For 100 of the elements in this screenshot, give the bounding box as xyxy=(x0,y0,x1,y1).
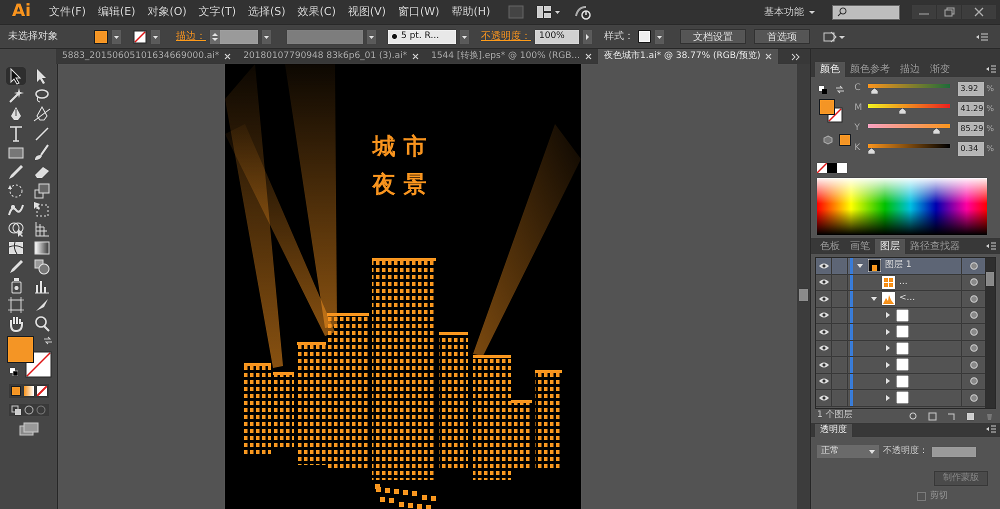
fill-color-swatch[interactable] xyxy=(819,99,835,115)
clip-checkbox[interactable] xyxy=(917,492,926,501)
panel-tab[interactable]: 路径查找器 xyxy=(905,239,965,254)
caret-icon[interactable] xyxy=(808,8,816,16)
new-layer-icon[interactable] xyxy=(966,412,975,420)
opacity-field[interactable]: 100% xyxy=(535,30,579,44)
expanded-caret-icon[interactable] xyxy=(857,262,863,269)
eye-icon[interactable] xyxy=(818,378,828,384)
menu-item[interactable]: 编辑(E) xyxy=(92,4,142,20)
eye-icon[interactable] xyxy=(818,279,828,286)
minimize-icon[interactable] xyxy=(912,5,936,19)
collapsed-caret-icon[interactable] xyxy=(885,378,891,384)
sync-icon[interactable] xyxy=(574,4,592,20)
panel-tab[interactable]: 色板 xyxy=(815,239,845,254)
scrollbar-thumb[interactable] xyxy=(799,289,808,301)
scale-icon[interactable] xyxy=(32,181,52,199)
layer-row[interactable] xyxy=(816,340,985,357)
fill-swatch[interactable] xyxy=(94,30,108,44)
expanded-caret-icon[interactable] xyxy=(871,296,877,302)
panel-tab[interactable]: 颜色 xyxy=(815,62,845,77)
gradient-mode-button[interactable] xyxy=(24,386,34,396)
blend-icon[interactable] xyxy=(32,257,52,275)
screen-mode-icon[interactable] xyxy=(18,422,38,436)
layer-row[interactable]: ... xyxy=(816,274,985,291)
menu-item[interactable]: 帮助(H) xyxy=(445,4,496,20)
eye-icon[interactable] xyxy=(818,345,828,352)
variable-width-field[interactable] xyxy=(287,30,363,44)
document-tab[interactable]: 夜色城市1.ai* @ 38.77% (RGB/预览) xyxy=(598,49,778,64)
new-sublayer-icon[interactable] xyxy=(947,412,956,420)
menu-item[interactable]: 选择(S) xyxy=(242,4,292,20)
swap-icon[interactable] xyxy=(42,336,52,345)
layers-scrollbar[interactable] xyxy=(985,258,995,408)
brush-field[interactable]: 5 pt. R... xyxy=(388,30,456,44)
collapsed-caret-icon[interactable] xyxy=(885,312,891,318)
close-icon[interactable] xyxy=(585,53,592,60)
panel-tab[interactable]: 颜色参考 xyxy=(845,62,895,77)
swap-icon[interactable] xyxy=(835,85,845,94)
last-color-swatch[interactable] xyxy=(839,134,851,146)
panel-menu-icon[interactable] xyxy=(986,65,996,73)
collapsed-caret-icon[interactable] xyxy=(885,394,891,401)
menu-item[interactable]: 窗口(W) xyxy=(392,4,446,20)
vertical-scrollbar[interactable] xyxy=(797,64,810,509)
close-icon[interactable] xyxy=(962,5,996,19)
default-colors-icon[interactable] xyxy=(819,86,827,94)
eye-icon[interactable] xyxy=(818,394,828,401)
workspace-switcher[interactable]: 基本功能 xyxy=(764,4,804,20)
collapsed-caret-icon[interactable] xyxy=(885,362,891,368)
panel-menu-icon[interactable] xyxy=(976,32,988,42)
value-field[interactable]: 0.34 xyxy=(958,142,984,156)
close-icon[interactable] xyxy=(224,53,232,60)
close-icon[interactable] xyxy=(412,53,420,60)
layer-row[interactable] xyxy=(816,390,985,406)
layer-row[interactable] xyxy=(816,357,985,374)
value-field[interactable]: 85.29 xyxy=(958,122,984,136)
collapsed-caret-icon[interactable] xyxy=(885,328,891,335)
menu-item[interactable]: 文字(T) xyxy=(192,4,242,20)
dropdown-caret-icon[interactable] xyxy=(655,30,664,44)
isolate-icon[interactable] xyxy=(822,30,846,44)
layer-row[interactable]: 图层 1 xyxy=(816,258,985,274)
toolbar-button[interactable]: 文档设置 xyxy=(680,29,746,44)
dropdown-caret-icon[interactable] xyxy=(460,30,469,44)
dropdown-caret-icon[interactable] xyxy=(262,30,271,44)
layer-row[interactable]: <... xyxy=(816,291,985,308)
none-swatch[interactable] xyxy=(817,163,827,173)
menu-item[interactable]: 效果(C) xyxy=(292,4,342,20)
eye-icon[interactable] xyxy=(818,328,828,335)
arrange-documents-icon[interactable] xyxy=(536,5,562,19)
stepper-icon[interactable] xyxy=(210,30,220,44)
search-field[interactable] xyxy=(832,4,900,20)
panel-tab[interactable]: 渐变 xyxy=(925,62,955,77)
slider[interactable] xyxy=(868,84,950,94)
slider[interactable] xyxy=(868,104,950,114)
panel-tab[interactable]: 画笔 xyxy=(845,239,875,254)
layer-row[interactable] xyxy=(816,324,985,340)
slider[interactable] xyxy=(868,124,950,134)
panel-tab[interactable]: 图层 xyxy=(875,239,905,254)
layer-row[interactable] xyxy=(816,308,985,324)
eye-icon[interactable] xyxy=(818,262,828,269)
default-colors-icon[interactable] xyxy=(10,368,18,376)
eye-icon[interactable] xyxy=(818,312,828,318)
value-field[interactable]: 41.29 xyxy=(958,102,984,116)
slider[interactable] xyxy=(868,144,950,154)
none-mode-button[interactable] xyxy=(36,386,46,396)
restore-icon[interactable] xyxy=(937,5,961,19)
color-mode-button[interactable] xyxy=(10,386,20,396)
clipping-mask-icon[interactable] xyxy=(928,412,937,420)
dropdown-caret-icon[interactable] xyxy=(367,30,376,44)
panel-menu-icon[interactable] xyxy=(986,425,996,433)
collapsed-caret-icon[interactable] xyxy=(885,345,891,352)
toolbar-button[interactable]: 首选项 xyxy=(754,29,810,44)
panel-tab[interactable]: 描边 xyxy=(895,62,925,77)
stroke-label-link[interactable]: 描边： xyxy=(176,29,206,44)
close-icon[interactable] xyxy=(765,53,772,60)
dropdown-caret-icon[interactable] xyxy=(151,30,160,44)
blend-mode-dropdown[interactable]: 正常 xyxy=(817,445,879,458)
panel-tab[interactable]: 透明度 xyxy=(815,424,852,437)
free-transform-icon[interactable] xyxy=(32,200,52,218)
color-swatch[interactable] xyxy=(837,163,847,173)
cube-icon[interactable] xyxy=(823,135,833,145)
menu-item[interactable]: 文件(F) xyxy=(42,4,92,20)
